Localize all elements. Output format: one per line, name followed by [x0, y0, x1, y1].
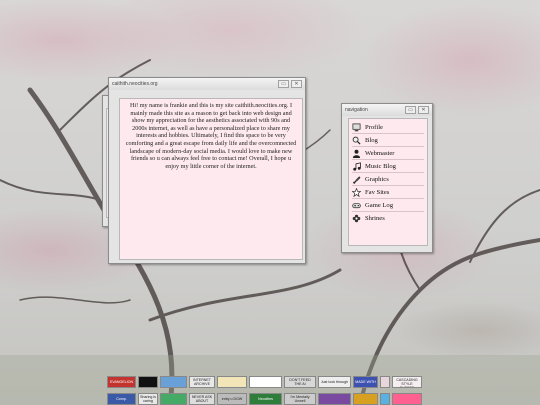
main-window-content: Hi! my name is frankie and this is my si…	[119, 98, 303, 260]
link-badge[interactable]: MADE WITH CASCADING STYLE SHEETS	[392, 376, 422, 388]
link-badge[interactable]: I'm Mentally Unwell	[284, 393, 316, 405]
nav-item-label: Shrines	[365, 215, 385, 222]
navigation-window-titlebar[interactable]: navigation ▭ ✕	[342, 104, 432, 116]
main-window[interactable]: caithith.neocities.org ▭ ✕ Hi! my name i…	[108, 77, 306, 264]
link-badge[interactable]	[380, 393, 390, 405]
main-window-titlebar[interactable]: caithith.neocities.org ▭ ✕	[109, 78, 305, 90]
link-badge[interactable]	[380, 376, 390, 388]
badge-row-top: EVANGELION INTERNET ARCHIVE DON'T FEED THE…	[107, 376, 422, 388]
link-badge[interactable]: EVANGELION	[107, 376, 136, 388]
link-badge[interactable]	[138, 376, 158, 388]
close-button[interactable]: ✕	[291, 80, 302, 88]
navigation-window-title: navigation	[345, 107, 368, 113]
main-window-title: caithith.neocities.org	[112, 81, 158, 87]
link-badge[interactable]	[160, 393, 187, 405]
person-icon	[352, 149, 361, 158]
nav-item-webmaster[interactable]: Webmaster	[352, 147, 424, 160]
link-badge[interactable]: Sharing is caring	[138, 393, 158, 405]
navigation-window-content: Profile Blog Webmaster Music Blog Graphi…	[348, 118, 428, 246]
nav-item-label: Webmaster	[365, 149, 395, 157]
nav-item-label: Graphics	[365, 175, 389, 183]
nav-item-label: Blog	[365, 136, 378, 144]
music-note-icon	[353, 161, 361, 171]
star-icon	[352, 187, 361, 197]
nav-item-label: Music Blog	[365, 162, 396, 170]
nav-list: Profile Blog Webmaster Music Blog Graphi…	[349, 119, 427, 227]
link-badge[interactable]	[160, 376, 187, 388]
nav-item-shrines[interactable]: Shrines	[352, 212, 424, 225]
link-badge[interactable]: enby u DGW	[217, 393, 247, 405]
navigation-window[interactable]: navigation ▭ ✕ Profile Blog Webmaster Mu…	[341, 103, 433, 253]
nav-item-label: Game Log	[365, 201, 394, 209]
link-badge[interactable]: MADE WITH	[353, 376, 378, 388]
minimize-button[interactable]: ▭	[405, 106, 416, 114]
link-badge[interactable]	[249, 376, 282, 388]
bio-text: Hi! my name is frankie and this is my si…	[125, 102, 297, 170]
link-badge[interactable]: INTERNET ARCHIVE	[189, 376, 215, 388]
controller-icon	[352, 202, 361, 208]
link-badge[interactable]	[217, 376, 247, 388]
computer-icon	[352, 123, 361, 131]
link-badge[interactable]	[353, 393, 378, 405]
badge-row-bottom: Comp. Sharing is caring NEVER ASK ABOUT enb…	[107, 393, 422, 405]
nav-item-profile[interactable]: Profile	[352, 121, 424, 134]
nav-item-fav-sites[interactable]: Fav Sites	[352, 186, 424, 199]
nav-item-label: Profile	[365, 123, 383, 131]
link-badge[interactable]: DON'T FEED THE AI	[284, 376, 316, 388]
nav-item-blog[interactable]: Blog	[352, 134, 424, 147]
paint-icon	[353, 175, 361, 184]
nav-item-label: Fav Sites	[365, 188, 390, 196]
nav-item-music-blog[interactable]: Music Blog	[352, 160, 424, 173]
link-badge[interactable]: Neocities	[249, 393, 282, 405]
flower-icon	[352, 214, 361, 223]
minimize-button[interactable]: ▭	[278, 80, 289, 88]
nav-item-game-log[interactable]: Game Log	[352, 199, 424, 212]
link-badge[interactable]: NEVER ASK ABOUT	[189, 393, 215, 405]
link-badge[interactable]: Comp.	[107, 393, 136, 405]
close-button[interactable]: ✕	[418, 106, 429, 114]
link-badge[interactable]	[392, 393, 422, 405]
nav-item-graphics[interactable]: Graphics	[352, 173, 424, 186]
link-badge[interactable]	[318, 393, 351, 405]
link-badge[interactable]: Just look through	[318, 376, 351, 388]
magnifier-icon	[352, 136, 361, 145]
